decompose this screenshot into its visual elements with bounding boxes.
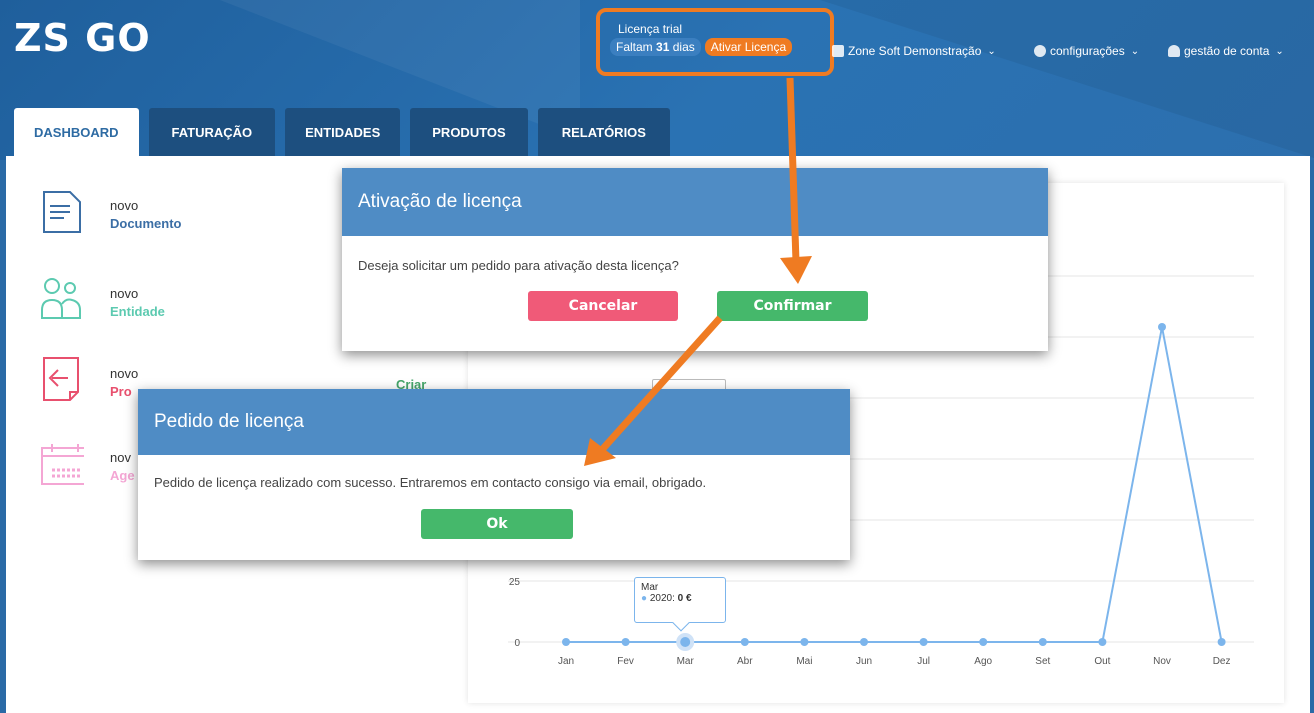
cancel-button[interactable]: Cancelar (528, 291, 678, 321)
x-tick-label: Jun (856, 656, 872, 667)
x-tick-label: Abr (737, 656, 753, 667)
data-point (1038, 638, 1047, 646)
x-tick-label: Mar (677, 656, 695, 667)
tooltip-month: Mar (641, 582, 659, 593)
x-tick-label: Mai (796, 656, 812, 667)
x-tick-label: Fev (617, 656, 634, 667)
data-point (1217, 638, 1226, 646)
data-point (1098, 638, 1107, 646)
dialog-message: Pedido de licença realizado com sucesso.… (154, 475, 707, 490)
series-dot-icon: ● (641, 593, 648, 604)
chart-tooltip: Mar ● 2020: 0 € (634, 577, 726, 632)
data-point (979, 638, 988, 646)
x-tick-label: Out (1094, 656, 1110, 667)
data-point (860, 638, 868, 646)
tooltip-series: 2020: (649, 593, 675, 604)
data-point (800, 638, 809, 646)
confirm-button[interactable]: Confirmar (717, 291, 868, 321)
x-tick-label: Jul (917, 656, 930, 667)
data-point (919, 638, 928, 646)
x-tick-label: Dez (1213, 656, 1231, 667)
license-activation-dialog: Ativação de licença Deseja solicitar um … (342, 168, 1048, 351)
x-tick-label: Jan (558, 656, 574, 667)
data-point (562, 638, 570, 646)
data-point (740, 638, 749, 646)
y-tick-label: 0 (514, 638, 520, 649)
x-tick-label: Ago (974, 656, 992, 667)
tooltip-value: 0 € (677, 593, 692, 604)
license-request-dialog: Pedido de licença Pedido de licença real… (138, 389, 850, 560)
data-point (1158, 323, 1166, 331)
dialog-title: Ativação de licença (342, 168, 1048, 236)
ok-button[interactable]: Ok (421, 509, 573, 539)
x-tick-label: Set (1035, 656, 1050, 667)
data-point (676, 633, 695, 651)
dialog-message: Deseja solicitar um pedido para ativação… (358, 258, 679, 273)
y-tick-label: 25 (509, 577, 521, 588)
data-point (621, 638, 630, 646)
dialog-title: Pedido de licença (138, 389, 850, 455)
x-tick-label: Nov (1153, 656, 1171, 667)
